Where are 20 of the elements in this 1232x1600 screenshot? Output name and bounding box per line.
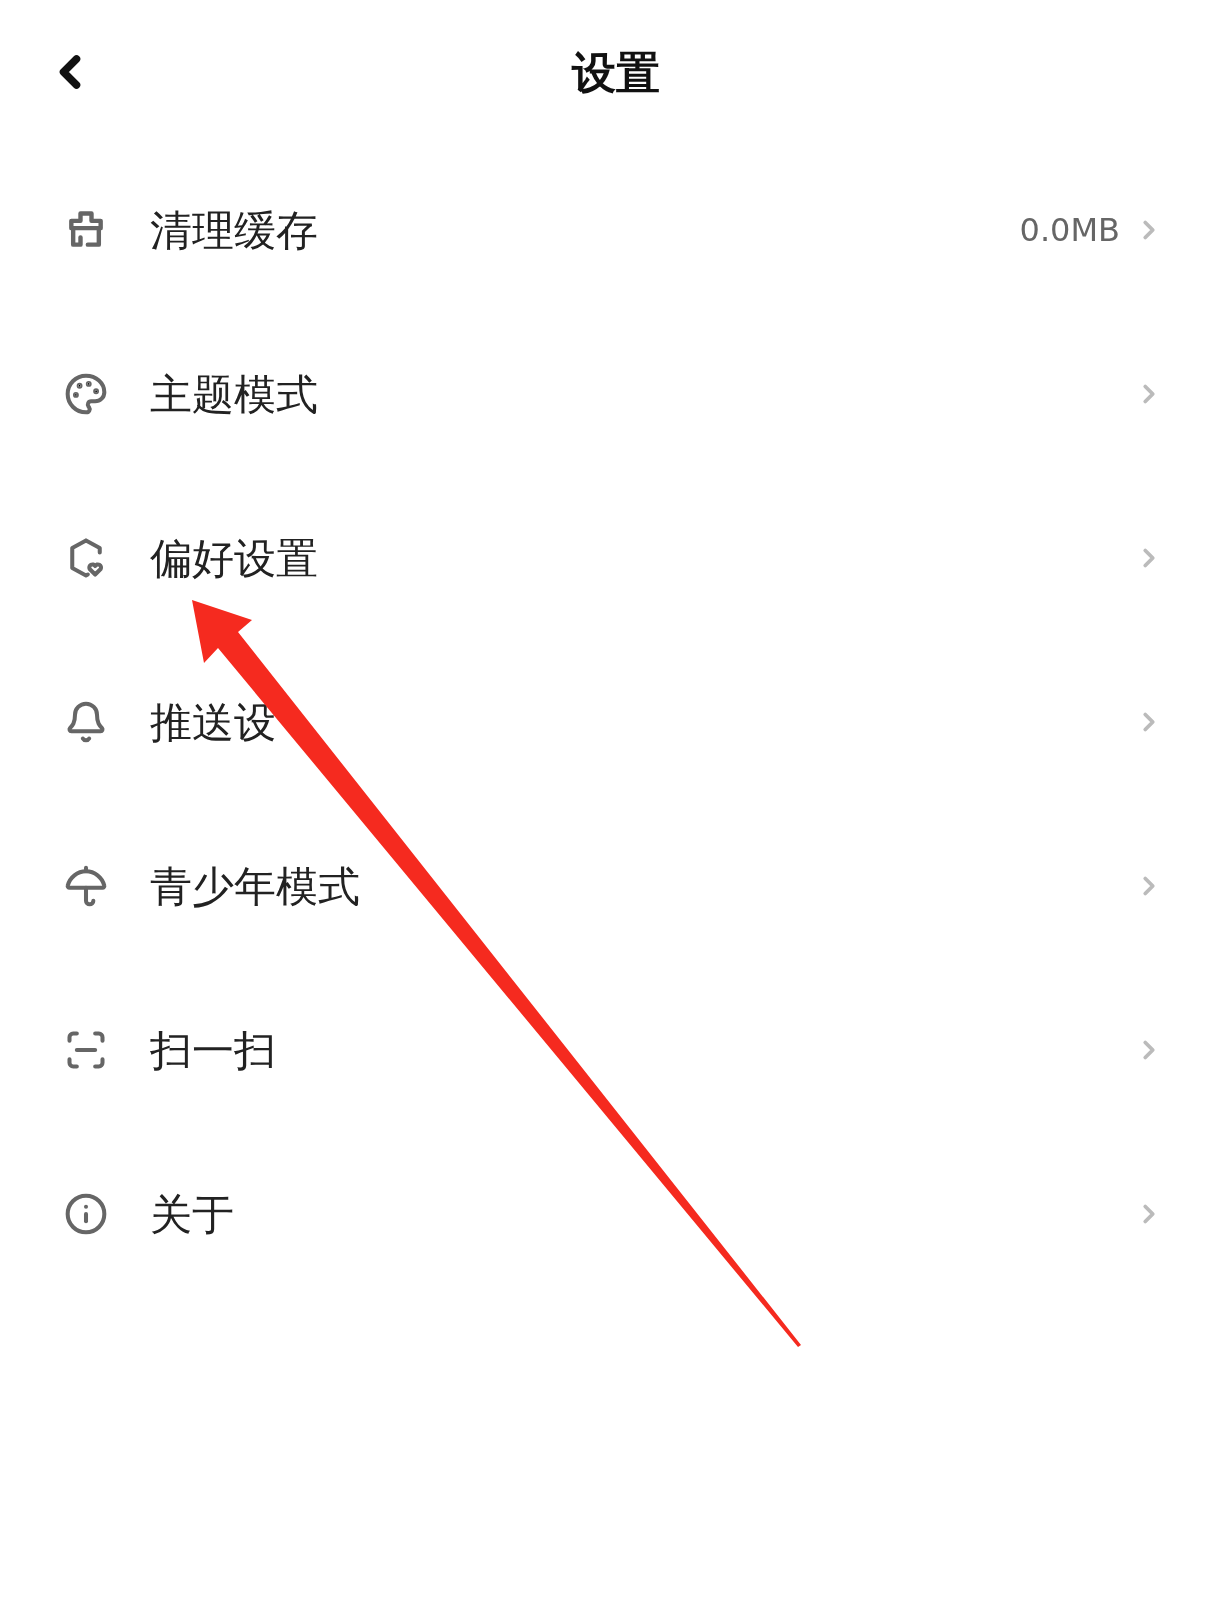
row-label: 关于 bbox=[150, 1188, 234, 1241]
settings-row[interactable]: 扫一扫 bbox=[0, 968, 1232, 1132]
settings-row[interactable]: 青少年模式 bbox=[0, 804, 1232, 968]
settings-row[interactable]: 关于 bbox=[0, 1132, 1232, 1296]
row-label: 偏好设置 bbox=[150, 532, 318, 585]
palette-icon bbox=[64, 372, 108, 416]
row-label: 主题模式 bbox=[150, 368, 318, 421]
settings-row[interactable]: 推送设 bbox=[0, 640, 1232, 804]
row-label: 清理缓存 bbox=[150, 204, 318, 257]
row-label: 青少年模式 bbox=[150, 860, 360, 913]
settings-row[interactable]: 清理缓存 0.0MB bbox=[0, 148, 1232, 312]
info-icon bbox=[64, 1192, 108, 1236]
settings-row[interactable]: 主题模式 bbox=[0, 312, 1232, 476]
row-value: 0.0MB bbox=[1019, 210, 1120, 251]
settings-row[interactable]: 偏好设置 bbox=[0, 476, 1232, 640]
scan-icon bbox=[64, 1028, 108, 1072]
umbrella-icon bbox=[64, 864, 108, 908]
row-label: 扫一扫 bbox=[150, 1024, 276, 1077]
row-label: 推送设 bbox=[150, 696, 276, 749]
page-title: 设置 bbox=[572, 46, 660, 100]
